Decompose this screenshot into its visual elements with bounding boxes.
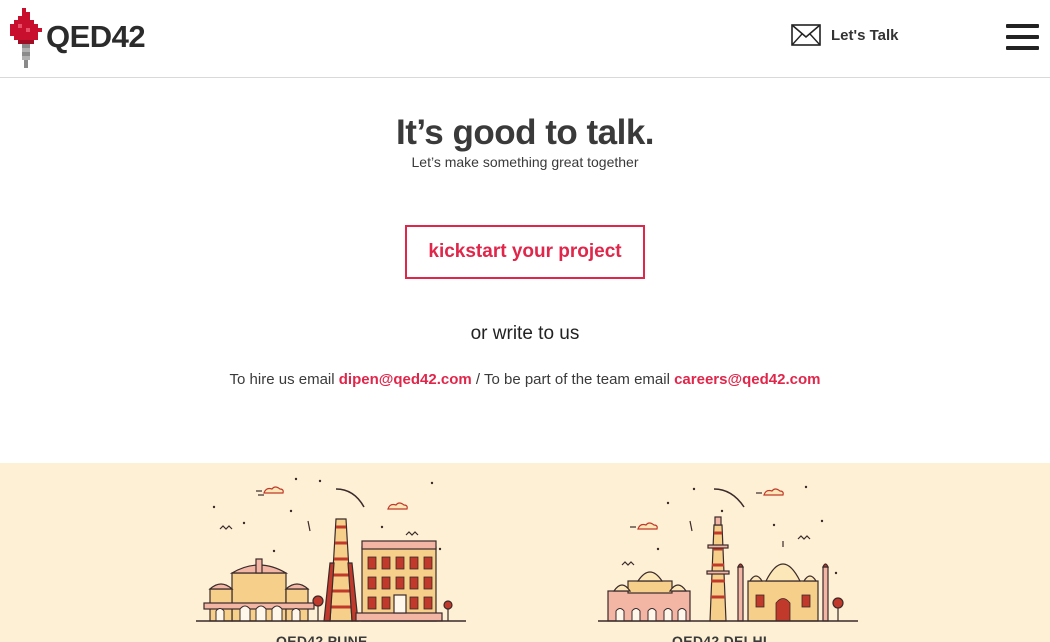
office-delhi: QED42 DELHI (598, 463, 858, 642)
pune-skyline-illustration (196, 477, 466, 622)
logo-link[interactable]: QED42 (8, 8, 146, 70)
envelope-icon (791, 24, 821, 46)
contact-emails: To hire us email dipen@qed42.com / To be… (0, 371, 1050, 388)
lets-talk-link[interactable]: Let's Talk (791, 24, 898, 46)
hamburger-menu-icon[interactable] (1006, 24, 1039, 50)
menu-bar (1006, 24, 1039, 28)
kickstart-project-button[interactable]: kickstart your project (405, 225, 645, 279)
hire-prefix-text: To hire us email (229, 371, 339, 388)
office-name: QED42 DELHI (672, 633, 768, 642)
hire-email-link[interactable]: dipen@qed42.com (339, 371, 472, 388)
office-pune: QED42 PUNE (196, 463, 466, 642)
careers-email-link[interactable]: careers@qed42.com (674, 371, 820, 388)
offices-section: QED42 PUNE QED42 DELHI (0, 463, 1050, 642)
menu-bar (1006, 46, 1039, 50)
page-title: It’s good to talk. (395, 113, 655, 152)
delhi-skyline-illustration (598, 485, 858, 622)
site-header: QED42 Let's Talk (0, 0, 1050, 78)
write-to-us-heading: or write to us (470, 323, 580, 344)
logo-text: QED42 (46, 19, 146, 54)
menu-bar (1006, 35, 1039, 39)
torch-icon (10, 8, 42, 68)
team-prefix-text: / To be part of the team email (471, 371, 675, 388)
lets-talk-label: Let's Talk (831, 26, 899, 44)
office-name: QED42 PUNE (276, 633, 368, 642)
page-subtitle: Let’s make something great together (411, 154, 639, 170)
